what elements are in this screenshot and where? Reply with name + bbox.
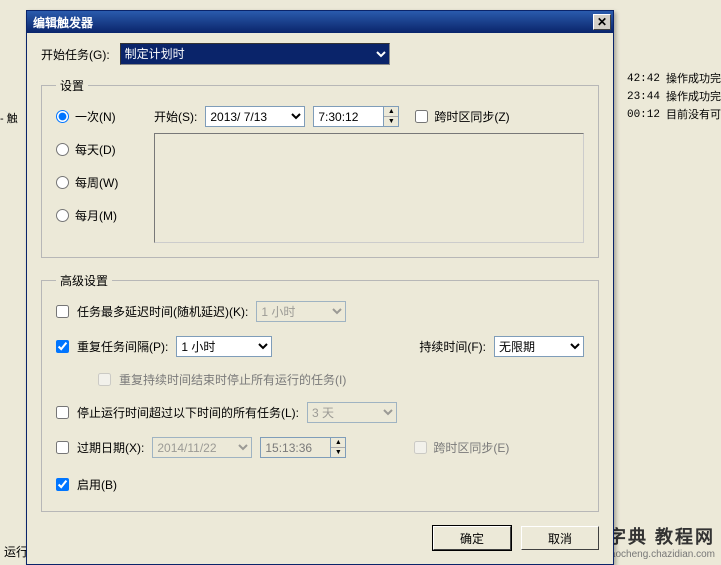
chevron-down-icon[interactable]: ▼ — [384, 117, 398, 126]
advanced-group: 高级设置 任务最多延迟时间(随机延迟)(K): 1 小时 重复任务间隔(P): … — [41, 272, 599, 512]
time-spinner[interactable]: ▲▼ — [383, 106, 399, 127]
expire-date-picker: 2014/11/22 — [152, 437, 252, 458]
start-date-picker[interactable]: 2013/ 7/13 — [205, 106, 305, 127]
random-delay-label: 任务最多延迟时间(随机延迟)(K): — [77, 303, 248, 320]
log-row: 00:12目前没有可 — [627, 106, 721, 124]
random-delay-select: 1 小时 — [256, 301, 346, 322]
repeat-label: 重复任务间隔(P): — [77, 338, 168, 355]
duration-select[interactable]: 无限期 — [494, 336, 584, 357]
chevron-up-icon: ▲ — [331, 438, 345, 448]
log-row: 23:44操作成功完 — [627, 88, 721, 106]
radio-weekly[interactable]: 每周(W) — [56, 174, 140, 191]
stop-longer-label: 停止运行时间超过以下时间的所有任务(L): — [77, 404, 299, 421]
begin-task-select[interactable]: 制定计划时 — [120, 43, 390, 65]
expire-checkbox[interactable] — [56, 441, 69, 454]
stop-longer-select: 3 天 — [307, 402, 397, 423]
ok-button[interactable]: 确定 — [433, 526, 511, 550]
repeat-checkbox[interactable] — [56, 340, 69, 353]
stop-at-end-checkbox — [98, 373, 111, 386]
stop-at-end-label: 重复持续时间结束时停止所有运行的任务(I) — [119, 371, 346, 388]
chevron-up-icon[interactable]: ▲ — [384, 107, 398, 117]
repeat-interval-select[interactable]: 1 小时 — [176, 336, 272, 357]
chevron-down-icon: ▼ — [331, 448, 345, 457]
advanced-legend: 高级设置 — [56, 272, 112, 289]
random-delay-checkbox[interactable] — [56, 305, 69, 318]
background-log: 42:42操作成功完 23:44操作成功完 00:12目前没有可 — [627, 70, 721, 124]
schedule-detail-panel — [154, 133, 584, 243]
sync-timezone-checkbox[interactable]: 跨时区同步(Z) — [415, 108, 509, 125]
close-button[interactable]: ✕ — [593, 14, 611, 30]
start-label: 开始(S): — [154, 108, 197, 125]
radio-once[interactable]: 一次(N) — [56, 108, 140, 125]
titlebar[interactable]: 编辑触发器 ✕ — [27, 11, 613, 33]
radio-daily[interactable]: 每天(D) — [56, 141, 140, 158]
edit-trigger-dialog: 编辑触发器 ✕ 开始任务(G): 制定计划时 设置 一次(N) 每天(D) 每周… — [26, 10, 614, 565]
settings-group: 设置 一次(N) 每天(D) 每周(W) 每月(M) 开始(S): 2013/ … — [41, 77, 599, 258]
close-icon: ✕ — [597, 15, 607, 29]
stop-longer-checkbox[interactable] — [56, 406, 69, 419]
cancel-button[interactable]: 取消 — [521, 526, 599, 550]
duration-label: 持续时间(F): — [419, 338, 486, 355]
radio-monthly[interactable]: 每月(M) — [56, 207, 140, 224]
expire-label: 过期日期(X): — [77, 439, 144, 456]
time-spinner: ▲▼ — [330, 437, 346, 458]
begin-task-label: 开始任务(G): — [41, 46, 110, 63]
log-row: 42:42操作成功完 — [627, 70, 721, 88]
expire-sync-checkbox: 跨时区同步(E) — [414, 439, 509, 456]
sidebar-tab-label: - 触 — [0, 113, 18, 125]
enabled-label: 启用(B) — [77, 476, 117, 493]
statusbar-text: 运行 — [4, 543, 28, 560]
settings-legend: 设置 — [56, 77, 88, 94]
enabled-checkbox[interactable] — [56, 478, 69, 491]
dialog-title: 编辑触发器 — [33, 14, 93, 31]
expire-time-field — [260, 437, 330, 458]
start-time-field[interactable] — [313, 106, 383, 127]
